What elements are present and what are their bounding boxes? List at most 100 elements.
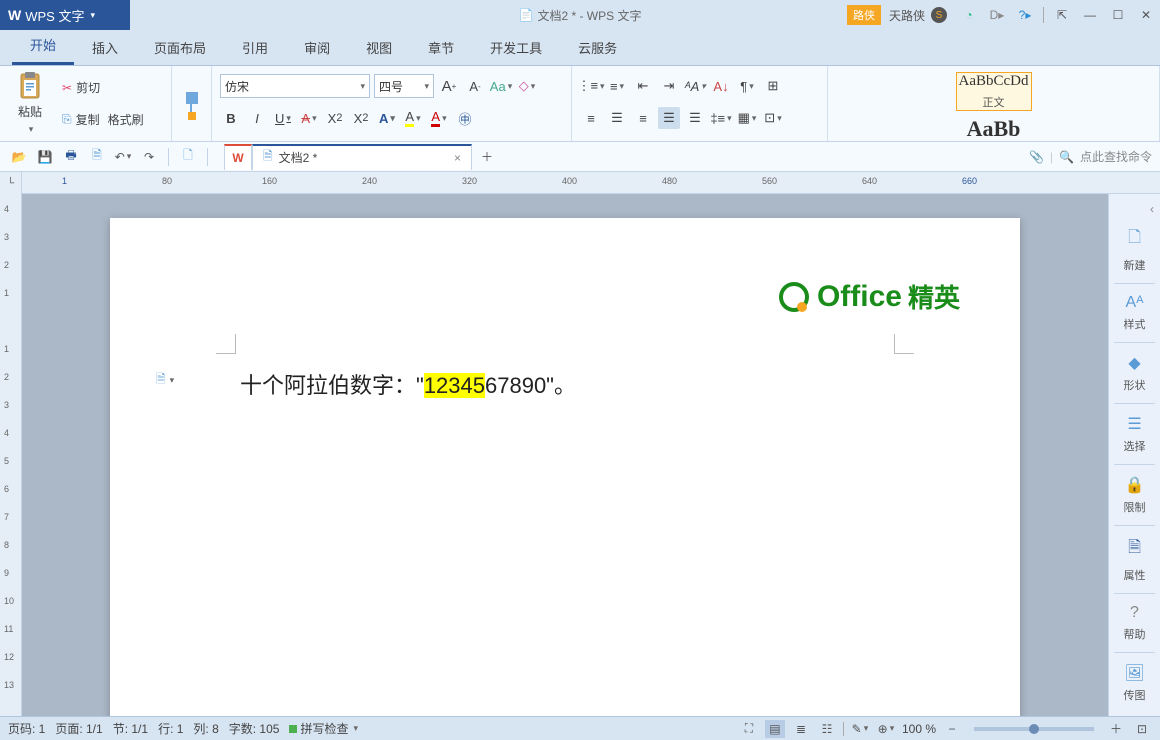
print-preview-button[interactable]: 🗎 [86,146,108,168]
font-size-select[interactable]: 四号▾ [374,74,434,98]
shading-button[interactable]: ▦▾ [736,107,758,129]
align-justify-button[interactable]: ☰ [658,107,680,129]
status-row[interactable]: 行: 1 [158,720,183,737]
rsidebar-item-0[interactable]: 🗋新建 [1109,218,1160,281]
table-borders-button[interactable]: ⊡▾ [762,107,784,129]
search-hint-label[interactable]: 点此查找命令 [1080,148,1152,165]
zoom-handle[interactable] [1029,724,1039,734]
pin-icon[interactable]: 📎 [1029,150,1044,164]
menu-tab-7[interactable]: 开发工具 [472,30,560,65]
subscript-button[interactable]: X2 [350,107,372,129]
wps-home-tab[interactable]: W [224,144,252,170]
status-page[interactable]: 页面: 1/1 [55,720,102,737]
underline-button[interactable]: U▾ [272,107,294,129]
change-case-button[interactable]: Aa▾ [490,75,512,97]
close-button[interactable]: ✕ [1132,0,1160,30]
bullets-button[interactable]: ⋮≡▾ [580,75,602,97]
highlight-button[interactable]: A▾ [402,107,424,129]
view-print-layout-button[interactable]: ▤ [765,720,785,738]
strikethrough-button[interactable]: A▾ [298,107,320,129]
print-button[interactable]: 🖶 [60,146,82,168]
help-title-icon[interactable]: ?▸ [1011,0,1039,30]
view-web-button[interactable]: ☷ [817,720,837,738]
phonetic-guide-button[interactable]: ᴬA▾ [684,75,706,97]
paste-button[interactable]: 粘贴 ▾ [6,72,54,135]
menu-tab-1[interactable]: 插入 [74,30,136,65]
italic-button[interactable]: I [246,107,268,129]
zoom-value[interactable]: 100 % [902,722,936,736]
align-left-button[interactable]: ≡ [580,107,602,129]
status-page-number[interactable]: 页码: 1 [8,720,45,737]
save-button[interactable]: 💾 [34,146,56,168]
cut-button[interactable]: ✂剪切 [62,77,165,98]
app-name[interactable]: W WPS 文字 ▾ [0,6,130,25]
superscript-button[interactable]: X2 [324,107,346,129]
font-name-select[interactable]: 仿宋▾ [220,74,370,98]
decrease-indent-button[interactable]: ⇤ [632,75,654,97]
line-spacing-button[interactable]: ‡≡▾ [710,107,732,129]
menu-tab-3[interactable]: 引用 [224,30,286,65]
rsidebar-item-4[interactable]: 🔒限制 [1109,467,1160,523]
zoom-in-button[interactable]: ＋ [1106,720,1126,738]
open-button[interactable]: 📂 [8,146,30,168]
rsidebar-item-6[interactable]: ?帮助 [1109,596,1160,650]
paragraph-options-button[interactable]: 🗎▾ [156,370,174,391]
status-section[interactable]: 节: 1/1 [113,720,148,737]
menu-tab-8[interactable]: 云服务 [560,30,635,65]
search-icon[interactable]: 🔍 [1059,150,1074,164]
copy-button[interactable]: ⎘复制 [62,109,100,130]
clear-format-button[interactable]: ◇▾ [516,75,538,97]
menu-tab-0[interactable]: 开始 [12,27,74,65]
status-spellcheck[interactable]: 拼写检查▾ [289,720,358,737]
status-col[interactable]: 列: 8 [193,720,218,737]
increase-indent-button[interactable]: ⇥ [658,75,680,97]
undo-button[interactable]: ↶▾ [112,146,134,168]
horizontal-ruler[interactable]: └ 180160240320400480560640660 [0,172,1160,194]
zoom-out-button[interactable]: − [942,720,962,738]
shrink-font-button[interactable]: A- [464,75,486,97]
new-doc-quick-button[interactable]: 🗋 [177,146,199,168]
format-painter-button[interactable]: 格式刷 [108,109,144,130]
grow-font-button[interactable]: A+ [438,75,460,97]
menu-tab-2[interactable]: 页面布局 [136,30,224,65]
app-menu-dropdown-icon[interactable]: ▾ [90,10,95,21]
rsidebar-item-3[interactable]: ☰选择 [1109,406,1160,462]
rsidebar-item-1[interactable]: Aᴬ样式 [1109,286,1160,340]
track-changes-button[interactable]: ✎▾ [850,720,870,738]
maximize-button[interactable]: ☐ [1104,0,1132,30]
menu-tab-5[interactable]: 视图 [348,30,410,65]
redo-button[interactable]: ↷ [138,146,160,168]
rsidebar-item-2[interactable]: ◆形状 [1109,345,1160,401]
align-right-button[interactable]: ≡ [632,107,654,129]
view-fullscreen-button[interactable]: ⛶ [739,720,759,738]
menu-tab-6[interactable]: 章节 [410,30,472,65]
document-text-line[interactable]: 十个阿拉伯数字："1234567890"。 [240,368,890,403]
rsidebar-item-7[interactable]: 🖼传图 [1109,655,1160,711]
view-outline-button[interactable]: ≣ [791,720,811,738]
rsidebar-item-5[interactable]: 🗎属性 [1109,528,1160,591]
fit-page-button[interactable]: ⊡ [1132,720,1152,738]
borders-button[interactable]: ⊞ [762,75,784,97]
canvas-area[interactable]: Office 精英 🗎▾ 十个阿拉伯数字："1234567890"。 [22,194,1108,716]
zoom-slider[interactable] [974,727,1094,731]
badge[interactable]: 路侠 [847,5,881,25]
user-label[interactable]: 天路侠 [889,7,925,24]
menu-tab-4[interactable]: 审阅 [286,30,348,65]
bold-button[interactable]: B [220,107,242,129]
reading-mode-button[interactable]: ⊕▾ [876,720,896,738]
vertical-ruler[interactable]: 432112345678910111213 [0,194,22,716]
circle-text-button[interactable]: ㊥ [454,107,476,129]
export-icon[interactable]: ⇱ [1048,0,1076,30]
distribute-button[interactable]: ☰ [684,107,706,129]
sidebar-collapse[interactable]: ‹ [1109,200,1160,218]
cloud-sync-icon[interactable]: ◔ [955,0,983,30]
settings-d-icon[interactable]: D▸ [983,0,1011,30]
ruler-corner[interactable]: └ [0,172,22,194]
text-effects-button[interactable]: A▾ [376,107,398,129]
new-tab-button[interactable]: ＋ [476,146,498,168]
minimize-button[interactable]: ― [1076,0,1104,30]
numbering-button[interactable]: ≡▾ [606,75,628,97]
page[interactable]: Office 精英 🗎▾ 十个阿拉伯数字："1234567890"。 [110,218,1020,716]
user-avatar-icon[interactable]: S [931,7,947,23]
document-tab[interactable]: 🗎 文档2 * × [252,144,472,170]
